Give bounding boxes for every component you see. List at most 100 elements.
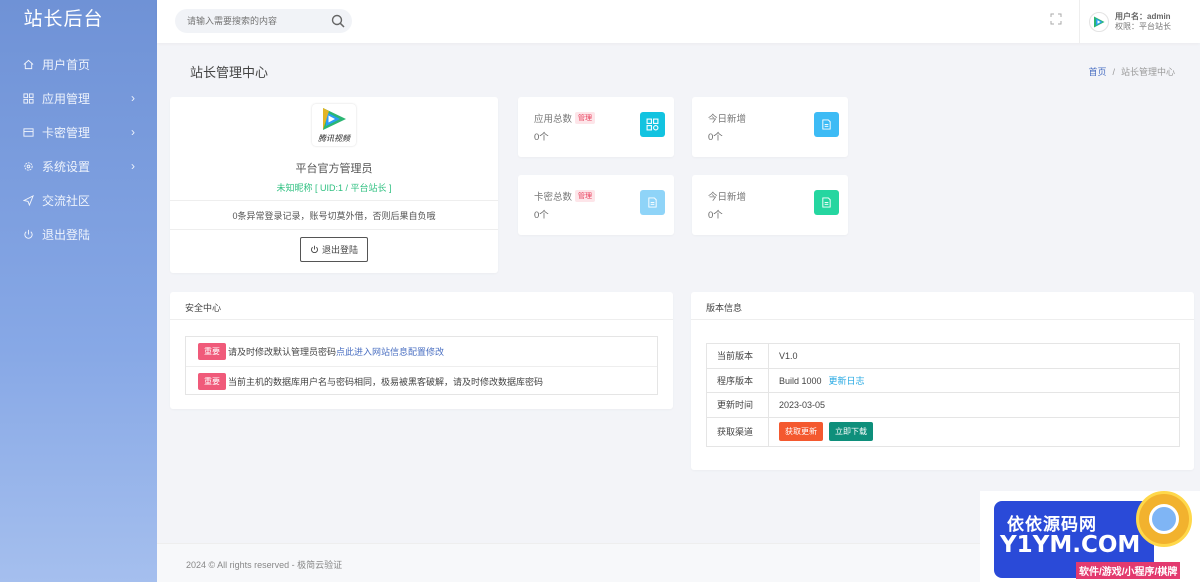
stat-label: 卡密总数 [534,192,573,203]
profile-nickname: 未知昵称 [ UID:1 / 平台站长 ] [276,183,392,193]
logout-label: 退出登陆 [321,245,358,255]
table-value: V1.0 [768,343,1180,369]
stat-label: 应用总数 [534,114,573,125]
app-logo: 站长后台 [23,9,104,30]
grid-icon [640,112,665,137]
stat-value: 0个 [708,132,723,143]
stat-value: 0个 [534,210,549,221]
home-icon [22,58,34,70]
search-box [175,9,352,33]
magnifier-icon [1136,491,1192,547]
chevron-right-icon: › [131,159,135,173]
card-icon [22,126,34,138]
sidebar-item-home[interactable]: 用户首页 [0,47,157,81]
stat-card-cards[interactable]: 卡密总数 管理 0个 [518,175,674,235]
table-key: 程序版本 [706,367,769,393]
stat-card-apps-today: 今日新增 0个 [692,97,848,157]
card-title: 版本信息 [706,303,743,313]
sidebar-item-label: 应用管理 [42,91,91,106]
manage-tag[interactable]: 管理 [575,112,596,124]
send-icon [22,194,34,206]
card-title: 安全中心 [185,303,222,313]
logout-button[interactable]: 退出登陆 [300,237,368,262]
sidebar-nav: 用户首页 应用管理 › 卡密管理 › 系统设置 › 交流社区 退出登陆 [0,47,157,251]
divider [170,319,673,320]
play-logo-icon [323,108,346,130]
search-icon[interactable] [331,14,345,31]
important-badge: 重要 [198,343,226,360]
table-row: 更新时间 2023-03-05 [706,392,1180,418]
breadcrumb-home-link[interactable]: 首页 [1088,67,1106,77]
sidebar-item-apps[interactable]: 应用管理 › [0,81,157,115]
sidebar-item-logout[interactable]: 退出登陆 [0,217,157,251]
logo-caption: 腾讯视频 [318,134,350,143]
download-button[interactable]: 立即下载 [829,422,873,441]
sidebar-item-label: 系统设置 [42,159,91,174]
sidebar: 站长后台 用户首页 应用管理 › 卡密管理 › 系统设置 › 交流社区 退出登陆 [0,0,157,582]
divider [691,319,1194,320]
stat-label: 今日新增 [708,114,747,125]
table-key: 更新时间 [706,392,769,418]
profile-role: 平台官方管理员 [295,163,373,175]
stat-value: 0个 [534,132,549,143]
stat-value: 0个 [708,210,723,221]
list-item: 重要 请及时修改默认管理员密码 点此进入网站信息配置修改 [186,337,657,366]
sidebar-item-cards[interactable]: 卡密管理 › [0,115,157,149]
chevron-right-icon: › [131,125,135,139]
sidebar-item-label: 卡密管理 [42,125,91,140]
sidebar-item-community[interactable]: 交流社区 [0,183,157,217]
notice-text: 当前主机的数据库用户名与密码相同，极易被黑客破解，请及时修改数据库密码 [228,376,544,387]
power-icon [311,245,318,253]
breadcrumb-separator: / [1112,67,1115,77]
power-icon [22,228,34,240]
avatar [1089,11,1109,32]
divider [170,229,498,230]
config-link[interactable]: 点此进入网站信息配置修改 [336,345,444,358]
watermark-domain: Y1YM.COM [1000,532,1141,558]
table-row: 当前版本 V1.0 [706,343,1180,369]
profile-card: 腾讯视频 平台官方管理员 未知昵称 [ UID:1 / 平台站长 ] 0条异常登… [170,97,498,273]
version-table: 当前版本 V1.0 程序版本 Build 1000 更新日志 更新时间 2023-… [706,343,1180,447]
page-title: 站长管理中心 [190,65,269,80]
table-value-cell: Build 1000 更新日志 [768,367,1180,393]
table-row: 获取渠道 获取更新 立即下载 [706,416,1180,447]
copyright-text: 2024 © All rights reserved - 极简云验证 [186,560,343,570]
divider [170,200,498,201]
user-menu[interactable]: 用户名：admin 权限：平台站长 [1079,0,1200,43]
get-update-button[interactable]: 获取更新 [779,422,823,441]
document-icon [640,190,665,215]
chevron-right-icon: › [131,91,135,105]
list-item: 重要 当前主机的数据库用户名与密码相同，极易被黑客破解，请及时修改数据库密码 [186,366,657,395]
watermark-banner: 依依源码网 Y1YM.COM 软件/游戏/小程序/棋牌 [980,491,1200,582]
table-value: Build 1000 [779,375,822,386]
manage-tag[interactable]: 管理 [575,190,596,202]
fullscreen-icon[interactable] [1050,13,1062,28]
version-info-card: 版本信息 当前版本 V1.0 程序版本 Build 1000 更新日志 更新时间 … [691,292,1194,470]
sidebar-item-settings[interactable]: 系统设置 › [0,149,157,183]
table-value-cell: 获取更新 立即下载 [768,416,1180,447]
user-name: 用户名：admin [1115,11,1171,21]
sidebar-item-label: 交流社区 [42,193,91,208]
search-input[interactable] [187,16,327,26]
login-warning: 0条异常登录记录，账号切莫外借，否则后果自负哦 [232,211,436,221]
user-role: 权限：平台站长 [1115,21,1171,31]
document-icon [814,190,839,215]
breadcrumb-current: 站长管理中心 [1120,67,1175,77]
stat-card-apps[interactable]: 应用总数 管理 0个 [518,97,674,157]
profile-logo: 腾讯视频 [312,104,356,146]
important-badge: 重要 [198,372,226,390]
security-center-card: 安全中心 重要 请及时修改默认管理员密码 点此进入网站信息配置修改 重要 当前主… [170,292,673,409]
sidebar-item-label: 用户首页 [42,57,91,72]
changelog-link[interactable]: 更新日志 [829,376,865,386]
gear-icon [22,160,34,172]
notice-text: 请及时修改默认管理员密码 [228,347,337,357]
security-notice-list: 重要 请及时修改默认管理员密码 点此进入网站信息配置修改 重要 当前主机的数据库… [185,336,658,395]
table-value: 2023-03-05 [768,392,1180,418]
table-key: 获取渠道 [706,416,769,447]
apps-icon [22,92,34,104]
table-key: 当前版本 [706,343,769,369]
table-row: 程序版本 Build 1000 更新日志 [706,367,1180,393]
stat-card-cards-today: 今日新增 0个 [692,175,848,235]
breadcrumb: 首页 / 站长管理中心 [1088,65,1175,78]
document-icon [814,112,839,137]
